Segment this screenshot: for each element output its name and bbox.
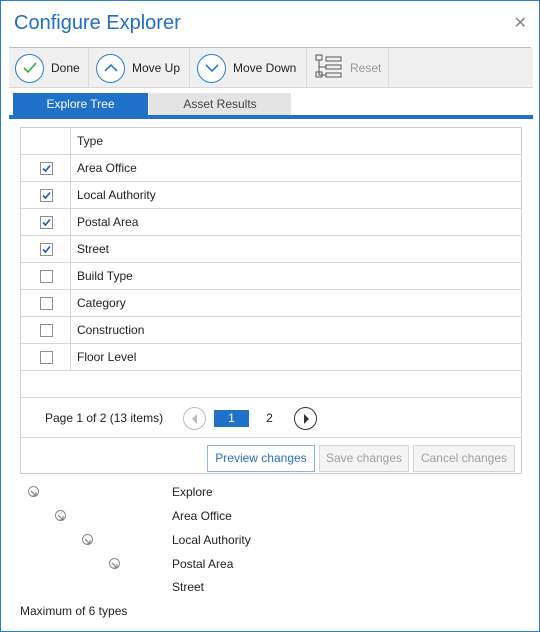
- checkbox-cell: [21, 236, 71, 263]
- reset-label: Reset: [350, 61, 382, 75]
- row-checkbox[interactable]: [40, 162, 53, 175]
- cancel-changes-button[interactable]: Cancel changes: [413, 445, 515, 472]
- row-label: Floor Level: [77, 350, 137, 364]
- table-row: Area Office: [21, 155, 521, 182]
- row-label: Category: [77, 296, 126, 310]
- row-checkbox[interactable]: [40, 351, 53, 364]
- expand-arrow-icon[interactable]: [109, 558, 120, 569]
- row-checkbox[interactable]: [40, 324, 53, 337]
- row-label: Area Office: [77, 161, 137, 175]
- expand-arrow-icon[interactable]: [82, 534, 93, 545]
- table-row: Floor Level: [21, 344, 521, 371]
- table-row: Local Authority: [21, 182, 521, 209]
- next-page-icon[interactable]: [294, 407, 317, 430]
- grid-header-row: Type: [21, 128, 521, 155]
- dialog-title: Configure Explorer: [14, 12, 181, 34]
- checkbox-cell: [21, 344, 71, 371]
- checkbox-cell: [21, 182, 71, 209]
- tree-structure-icon: [315, 53, 343, 83]
- row-checkbox[interactable]: [40, 270, 53, 283]
- tab-strip: Explore Tree Asset Results: [9, 93, 533, 123]
- page-1-button[interactable]: 1: [214, 410, 249, 427]
- row-label: Local Authority: [77, 188, 156, 202]
- table-row: Build Type: [21, 263, 521, 290]
- toolbar-separator: [306, 48, 307, 88]
- tree-node-label: Explore: [172, 485, 213, 499]
- row-label: Construction: [77, 323, 145, 337]
- select-column-header: [21, 128, 71, 155]
- done-label: Done: [51, 61, 80, 75]
- tab-underline: [9, 115, 533, 119]
- tree-node-label: Area Office: [172, 509, 232, 523]
- move-up-label: Move Up: [132, 61, 181, 75]
- row-label: Postal Area: [77, 215, 139, 229]
- page-info: Page 1 of 2 (13 items): [45, 411, 164, 425]
- row-label: Build Type: [77, 269, 133, 283]
- reset-button[interactable]: Reset: [315, 48, 381, 88]
- toolbar: Done Move Up Move Down Reset: [9, 48, 533, 88]
- table-row: Street: [21, 236, 521, 263]
- max-types-note: Maximum of 6 types: [20, 604, 128, 618]
- chevron-down-icon: [197, 53, 226, 83]
- checkbox-cell: [21, 263, 71, 290]
- empty-row: [21, 371, 521, 398]
- tree-node-label: Postal Area: [172, 557, 234, 571]
- types-grid: Type Area Office Local Authority Postal …: [20, 127, 522, 474]
- row-checkbox[interactable]: [40, 216, 53, 229]
- row-checkbox[interactable]: [40, 243, 53, 256]
- check-icon: [15, 53, 44, 83]
- table-row: Construction: [21, 317, 521, 344]
- tab-asset-results[interactable]: Asset Results: [149, 93, 291, 115]
- toolbar-separator: [388, 48, 389, 88]
- row-label: Street: [77, 242, 110, 256]
- save-changes-button[interactable]: Save changes: [319, 445, 409, 472]
- toolbar-separator: [88, 48, 89, 88]
- chevron-up-icon: [96, 53, 125, 83]
- tab-explore-tree[interactable]: Explore Tree: [13, 93, 148, 115]
- done-button[interactable]: Done: [15, 48, 80, 88]
- prev-page-icon[interactable]: [183, 407, 206, 430]
- checkbox-cell: [21, 209, 71, 236]
- tree-node-label: Local Authority: [172, 533, 251, 547]
- checkbox-cell: [21, 317, 71, 344]
- checkbox-cell: [21, 155, 71, 182]
- expand-arrow-icon[interactable]: [28, 486, 39, 497]
- tree-node-label: Street: [172, 580, 205, 594]
- page-2-button[interactable]: 2: [261, 410, 278, 427]
- grid-actions: Preview changes Save changes Cancel chan…: [21, 438, 521, 474]
- close-icon[interactable]: ✕: [514, 13, 527, 33]
- row-checkbox[interactable]: [40, 297, 53, 310]
- checkbox-cell: [21, 290, 71, 317]
- expand-arrow-icon[interactable]: [55, 510, 66, 521]
- toolbar-separator: [189, 48, 190, 88]
- table-row: Postal Area: [21, 209, 521, 236]
- move-down-button[interactable]: Move Down: [197, 48, 296, 88]
- table-row: Category: [21, 290, 521, 317]
- configure-explorer-dialog: Configure Explorer ✕ Done Move Up Move D…: [0, 0, 540, 632]
- preview-changes-button[interactable]: Preview changes: [207, 445, 315, 472]
- type-column-header: Type: [77, 134, 104, 148]
- move-down-label: Move Down: [233, 61, 297, 75]
- move-up-button[interactable]: Move Up: [96, 48, 180, 88]
- pager: Page 1 of 2 (13 items) 1 2: [21, 398, 521, 438]
- row-checkbox[interactable]: [40, 189, 53, 202]
